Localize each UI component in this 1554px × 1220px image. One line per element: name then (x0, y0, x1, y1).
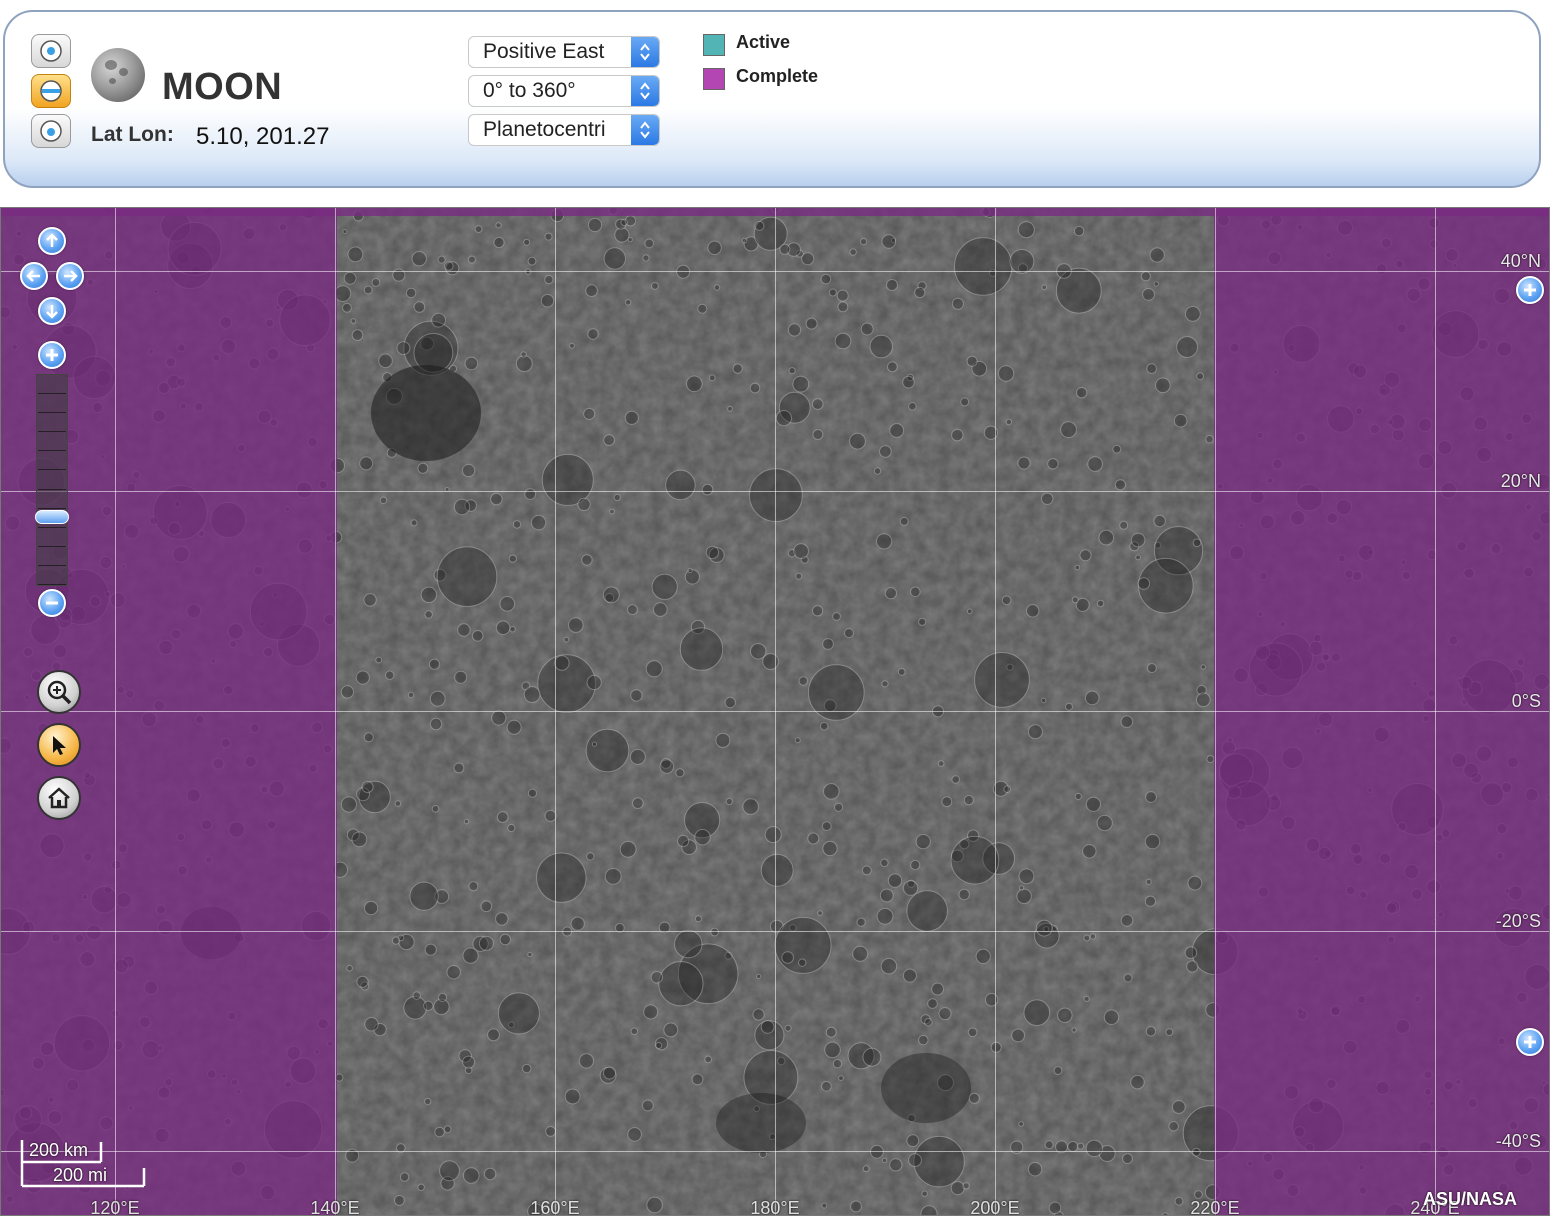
add-button-bottom[interactable] (1516, 1028, 1544, 1056)
north-polar-projection-button[interactable] (31, 34, 71, 68)
longitude-range-select[interactable]: 0° to 360° (468, 75, 660, 107)
longitude-gridline (1215, 208, 1216, 1215)
arrow-right-icon (64, 270, 78, 282)
updown-arrows-icon (631, 37, 659, 67)
zoom-level-step[interactable] (38, 394, 66, 414)
zoom-level-step[interactable] (38, 528, 66, 547)
pan-down-button[interactable] (38, 297, 66, 325)
zoom-out-button[interactable] (38, 589, 66, 617)
home-icon (48, 787, 70, 809)
south-polar-projection-button[interactable] (31, 114, 71, 148)
longitude-label: 140°E (310, 1198, 360, 1216)
zoom-level-step[interactable] (38, 413, 66, 433)
arrow-left-icon (26, 270, 40, 282)
image-credit: ASU/NASA (1423, 1189, 1518, 1209)
north-pole-icon (40, 40, 62, 62)
magnifier-plus-icon (47, 680, 72, 705)
zoom-box-tool-button[interactable] (37, 670, 81, 714)
select-value: Positive East (483, 40, 605, 63)
longitude-label: 180°E (750, 1198, 800, 1216)
plus-icon (1524, 284, 1536, 296)
zoom-level-step[interactable] (38, 490, 66, 509)
select-value: Planetocentri (483, 118, 606, 141)
minus-icon (46, 601, 58, 605)
longitude-gridline (995, 208, 996, 1215)
zoom-level-step[interactable] (38, 547, 66, 566)
select-value: 0° to 360° (483, 79, 576, 102)
cursor-arrow-icon (53, 736, 66, 755)
longitude-label: 200°E (970, 1198, 1020, 1216)
zoom-level-step[interactable] (38, 470, 66, 490)
latitude-label: -40°S (1495, 1131, 1541, 1151)
arrow-down-icon (46, 305, 58, 319)
longitude-gridline (115, 208, 116, 1215)
pan-up-button[interactable] (38, 227, 66, 255)
zoom-slider-track[interactable] (36, 374, 68, 586)
latitude-label: 0°S (1511, 691, 1541, 711)
longitude-gridline (555, 208, 556, 1215)
scale-mi-label: 200 mi (53, 1165, 108, 1185)
south-pole-icon (40, 120, 62, 142)
zoom-level-step[interactable] (38, 432, 66, 452)
pointer-tool-button[interactable] (37, 723, 81, 767)
pan-left-button[interactable] (20, 262, 48, 290)
legend-label-complete: Complete (736, 66, 819, 86)
longitude-label: 160°E (530, 1198, 580, 1216)
updown-arrows-icon (631, 76, 659, 106)
latitude-label: -20°S (1495, 911, 1541, 931)
add-button-top[interactable] (1516, 276, 1544, 304)
legend-label-active: Active (736, 32, 791, 52)
latitude-type-select[interactable]: Planetocentri (468, 114, 660, 146)
longitude-label: 220°E (1190, 1198, 1240, 1216)
plus-icon (1524, 1036, 1536, 1048)
zoom-level-step[interactable] (38, 566, 66, 585)
scale-bar: 200 km 200 mi (19, 1138, 149, 1190)
zoom-level-step[interactable] (38, 375, 66, 395)
longitude-direction-select[interactable]: Positive East (468, 36, 660, 68)
longitude-gridline (775, 208, 776, 1215)
updown-arrows-icon (631, 115, 659, 145)
map-viewport[interactable]: 40°N 20°N 0°S -20°S -40°S 120°E 140°E 16… (0, 207, 1550, 1216)
moon-thumbnail-icon (91, 48, 145, 102)
cylindrical-projection-button[interactable] (31, 74, 71, 108)
latlon-label: Lat Lon: (91, 123, 174, 146)
latitude-label: 40°N (1500, 251, 1541, 271)
latitude-label: 20°N (1500, 471, 1541, 491)
zoom-in-button[interactable] (38, 341, 66, 369)
zoom-slider-handle[interactable] (35, 510, 69, 525)
equator-icon (40, 80, 62, 102)
home-view-button[interactable] (37, 776, 81, 820)
planet-name: MOON (162, 66, 283, 108)
arrow-up-icon (46, 233, 58, 247)
zoom-level-step[interactable] (38, 451, 66, 471)
longitude-gridline (1435, 208, 1436, 1215)
header-panel: MOON Lat Lon: 5.10, 201.27 Positive East… (3, 10, 1541, 188)
longitude-gridline (335, 208, 336, 1215)
longitude-label: 120°E (90, 1198, 140, 1216)
pan-right-button[interactable] (56, 262, 84, 290)
scale-km-label: 200 km (29, 1140, 89, 1160)
legend-swatch-complete (703, 68, 725, 90)
legend-swatch-active (703, 34, 725, 56)
latlon-value: 5.10, 201.27 (196, 123, 330, 150)
plus-icon (46, 349, 58, 361)
